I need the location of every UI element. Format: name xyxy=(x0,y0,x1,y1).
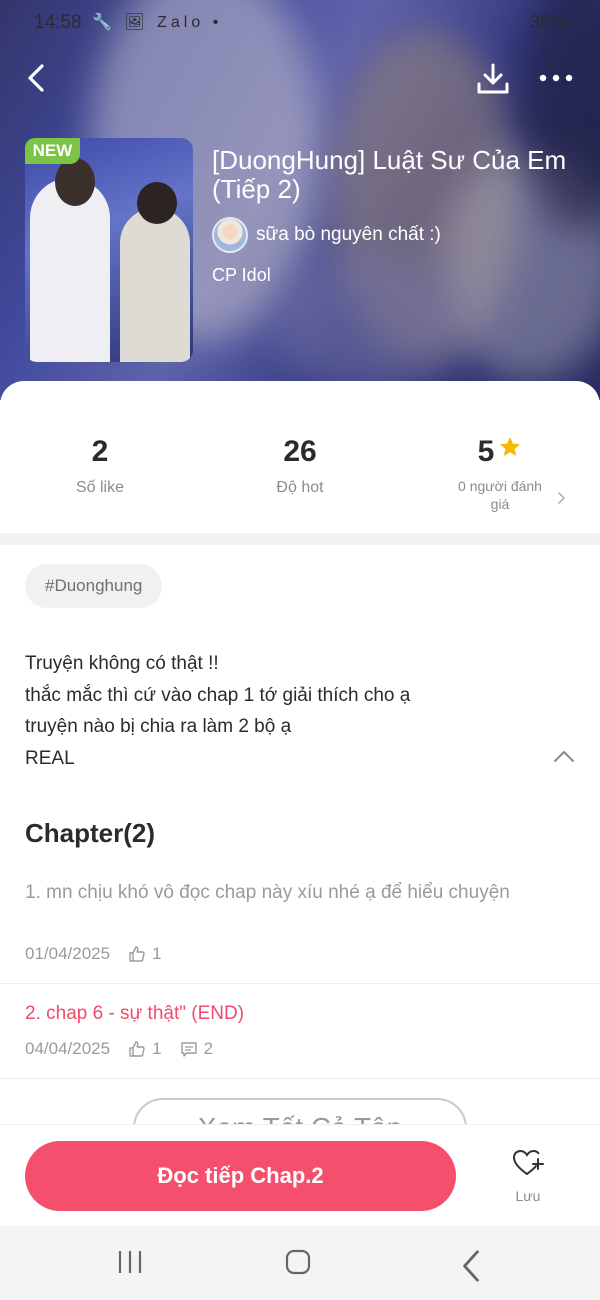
description-line: Truyện không có thật !! xyxy=(25,653,219,674)
chapter-date: 01/04/2025 xyxy=(25,944,111,963)
story-title: [DuongHung] Luật Sư Của Em (Tiếp 2) xyxy=(212,145,567,204)
rating-stat[interactable]: 5 0 người đánh giá xyxy=(400,435,600,513)
description-line: REAL xyxy=(25,747,75,769)
likes-label: Số like xyxy=(75,479,125,496)
status-notification-icons: 🔧 🖼 Zalo • xyxy=(92,14,223,31)
rating-count-label: 0 người đánh giá xyxy=(458,478,542,512)
chapter-meta: 04/04/2025 1 2 xyxy=(25,1039,213,1059)
likes-count: 2 xyxy=(91,435,109,468)
chapter-like-count: 1 xyxy=(152,1039,162,1058)
more-icon[interactable] xyxy=(538,66,574,90)
story-description: Truyện không có thật !! thắc mắc thì cứ … xyxy=(25,648,545,774)
chapter-date: 04/04/2025 xyxy=(25,1039,111,1058)
chapter-like-count: 1 xyxy=(152,944,162,963)
bottom-action-bar: Đọc tiếp Chap.2 Lưu xyxy=(0,1124,600,1226)
likes-stat: 2 Số like xyxy=(0,435,200,497)
comment-icon xyxy=(180,1042,197,1057)
continue-reading-button[interactable]: Đọc tiếp Chap.2 xyxy=(25,1141,456,1211)
star-icon xyxy=(500,437,521,456)
stats-panel: 2 Số like 26 Độ hot 5 0 người đánh giá xyxy=(0,381,600,533)
new-badge: NEW xyxy=(25,138,80,164)
home-icon[interactable] xyxy=(284,1248,312,1276)
hot-count: 26 xyxy=(283,435,317,468)
author-link[interactable]: sữa bò nguyên chất :) xyxy=(212,216,441,254)
chapter-title: 1. mn chịu khó vô đọc chap này xíu nhé ạ… xyxy=(25,882,510,903)
chapter-item[interactable]: 2. chap 6 - sự thật" (END) 04/04/2025 1 … xyxy=(0,984,600,1079)
story-cover-image[interactable] xyxy=(25,138,193,362)
description-line: thắc mắc thì cứ vào chap 1 tớ giải thích… xyxy=(25,684,411,706)
download-icon[interactable] xyxy=(476,62,510,96)
chapter-title: 2. chap 6 - sự thật" (END) xyxy=(25,1003,245,1024)
rating-value: 5 xyxy=(477,435,495,468)
system-back-icon[interactable] xyxy=(456,1248,486,1284)
collapse-chevron-up-icon[interactable] xyxy=(552,748,576,764)
description-line: truyện nào bị chia ra làm 2 bộ ạ xyxy=(25,716,292,737)
author-name: sữa bò nguyên chất :) xyxy=(256,224,441,245)
hot-label: Độ hot xyxy=(276,479,324,496)
hashtag-chip[interactable]: #Duonghung xyxy=(25,564,163,608)
thumbs-up-icon xyxy=(129,1041,145,1057)
battery-level: 38% xyxy=(529,12,566,32)
author-avatar xyxy=(212,217,248,253)
save-label: Lưu xyxy=(515,1188,541,1204)
chapter-heading: Chapter(2) xyxy=(25,818,156,848)
system-navigation-bar xyxy=(0,1226,600,1300)
chevron-right-icon[interactable] xyxy=(556,490,566,506)
recent-apps-icon[interactable] xyxy=(116,1248,144,1276)
back-arrow-icon[interactable] xyxy=(22,60,52,96)
thumbs-up-icon xyxy=(129,946,145,962)
section-divider xyxy=(0,533,600,545)
hot-stat: 26 Độ hot xyxy=(200,435,400,497)
save-button[interactable]: Lưu xyxy=(496,1147,560,1204)
status-bar: 14:58 🔧 🖼 Zalo • 38% xyxy=(0,8,600,38)
chapter-item[interactable]: 1. mn chịu khó vô đọc chap này xíu nhé ạ… xyxy=(0,866,600,984)
story-category[interactable]: CP Idol xyxy=(212,265,271,286)
status-time: 14:58 xyxy=(34,12,82,33)
chapter-meta: 01/04/2025 1 xyxy=(25,944,162,964)
chapter-comment-count: 2 xyxy=(203,1039,214,1058)
heart-plus-icon xyxy=(512,1149,544,1175)
